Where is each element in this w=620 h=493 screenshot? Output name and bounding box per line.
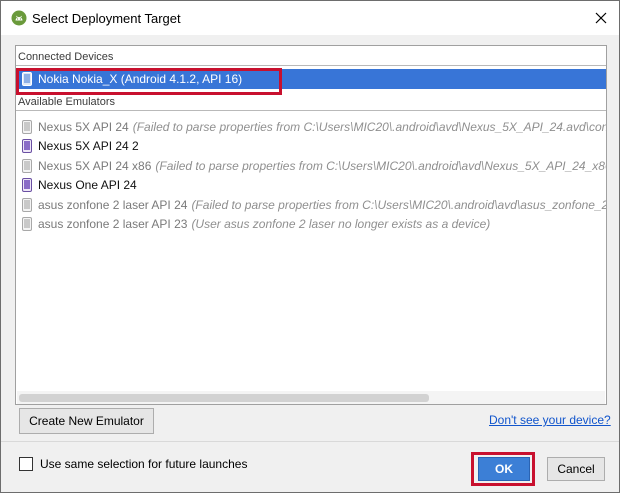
same-selection-checkbox[interactable] — [19, 457, 33, 471]
footer-divider — [1, 441, 619, 442]
close-icon — [595, 12, 607, 24]
emulator-row[interactable]: Nexus 5X API 24 2 — [16, 136, 606, 156]
device-name: Nokia Nokia_X (Android 4.1.2, API 16) — [38, 72, 243, 86]
available-emulators-header: Available Emulators — [18, 96, 116, 108]
horizontal-scrollbar[interactable] — [17, 391, 605, 404]
emulator-row[interactable]: Nexus 5X API 24 x86 (Failed to parse pro… — [16, 156, 606, 176]
android-studio-icon — [11, 10, 27, 26]
create-new-emulator-button[interactable]: Create New Emulator — [19, 408, 154, 434]
emulator-name: Nexus One API 24 — [38, 178, 137, 192]
emulator-status: (User asus zonfone 2 laser no longer exi… — [191, 217, 491, 231]
emulator-name: asus zonfone 2 laser API 24 — [38, 198, 188, 212]
emulator-status: (Failed to parse properties from C:\User… — [155, 159, 606, 173]
dialog-title: Select Deployment Target — [32, 11, 181, 26]
emulator-name: Nexus 5X API 24 x86 — [38, 159, 152, 173]
close-button[interactable] — [587, 6, 615, 30]
section-divider — [16, 110, 606, 111]
same-selection-label: Use same selection for future launches — [40, 457, 248, 471]
section-divider — [16, 65, 606, 66]
cancel-button[interactable]: Cancel — [547, 457, 605, 481]
phone-device-icon — [22, 178, 32, 192]
emulator-status: (Failed to parse properties from C:\User… — [132, 120, 606, 134]
emulator-status: (Failed to parse properties from C:\User… — [191, 198, 606, 212]
phone-device-icon — [22, 198, 32, 212]
phone-device-icon — [22, 159, 32, 173]
phone-device-icon — [22, 72, 32, 86]
device-row-nokia[interactable]: Nokia Nokia_X (Android 4.1.2, API 16) — [16, 69, 606, 89]
emulator-row[interactable]: Nexus 5X API 24 (Failed to parse propert… — [16, 117, 606, 137]
emulator-row[interactable]: asus zonfone 2 laser API 24 (Failed to p… — [16, 195, 606, 215]
phone-device-icon — [22, 120, 32, 134]
phone-device-icon — [22, 139, 32, 153]
connected-devices-header: Connected Devices — [18, 51, 114, 63]
emulator-row[interactable]: Nexus One API 24 — [16, 175, 606, 195]
deployment-target-dialog: Select Deployment Target Connected Devic… — [0, 0, 620, 493]
ok-button[interactable]: OK — [478, 457, 530, 481]
phone-device-icon — [22, 217, 32, 231]
title-bar: Select Deployment Target — [1, 1, 619, 35]
device-list[interactable]: Connected Devices Nokia Nokia_X (Android… — [15, 45, 607, 405]
emulator-name: asus zonfone 2 laser API 23 — [38, 217, 188, 231]
emulator-name: Nexus 5X API 24 — [38, 120, 129, 134]
emulator-row[interactable]: asus zonfone 2 laser API 23 (User asus z… — [16, 214, 606, 234]
dont-see-device-link[interactable]: Don't see your device? — [489, 413, 611, 427]
emulator-name: Nexus 5X API 24 2 — [38, 139, 139, 153]
scrollbar-thumb[interactable] — [19, 394, 429, 402]
